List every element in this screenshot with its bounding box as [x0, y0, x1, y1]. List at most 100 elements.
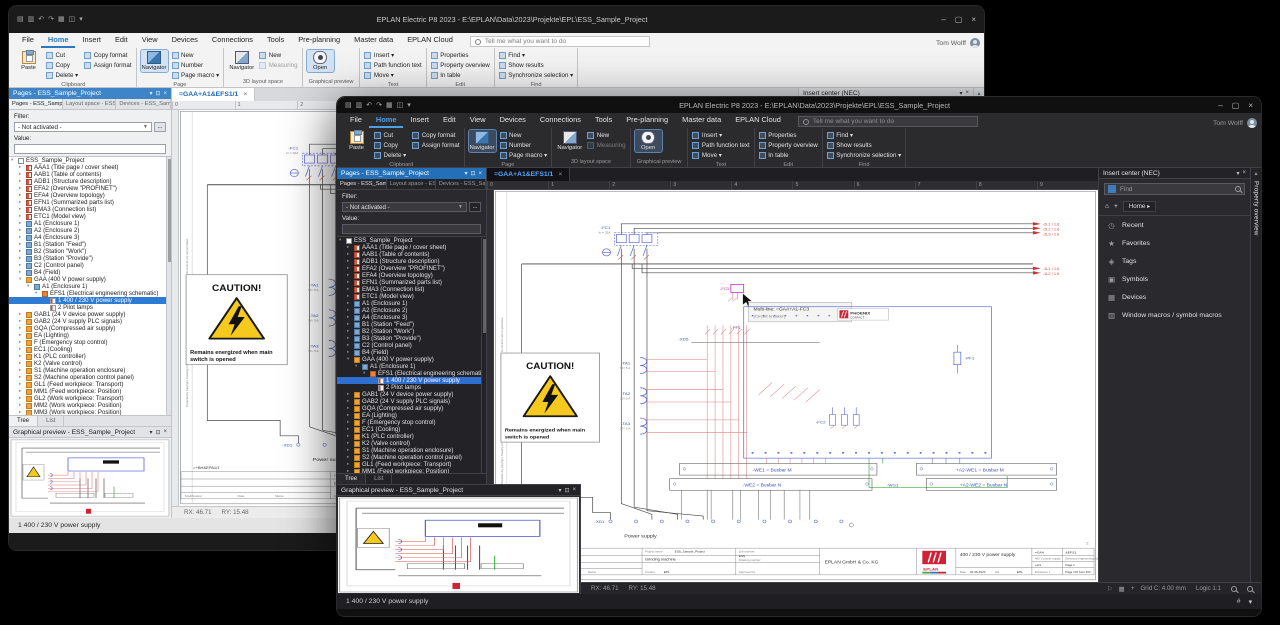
- tree-item[interactable]: ETC1 (Model view): [337, 293, 486, 300]
- quick-access-icon[interactable]: ▤: [345, 102, 352, 109]
- in-table-button[interactable]: In table: [759, 151, 818, 161]
- insert-center-item[interactable]: ◈ Tags: [1099, 252, 1250, 270]
- user-avatar-icon[interactable]: [970, 38, 980, 48]
- insert-center-item[interactable]: ▧ Window macros / symbol macros: [1099, 306, 1250, 324]
- quick-access-icon[interactable]: ▦: [386, 102, 393, 109]
- value-input[interactable]: [342, 224, 481, 234]
- tree-list-tab[interactable]: List: [366, 474, 392, 484]
- schematic-canvas[interactable]: Protected by copyright. Passing on as we…: [494, 190, 1098, 582]
- tree-item[interactable]: AAA1 (Title page / cover sheet): [337, 244, 486, 251]
- property-overview-button[interactable]: Property overview: [759, 140, 818, 150]
- tree-expander-icon[interactable]: [339, 238, 344, 243]
- dock-tab[interactable]: Pages - ESS_Sample_P...: [9, 99, 63, 109]
- show-results-button[interactable]: Show results: [499, 60, 574, 70]
- panel-pin-icon[interactable]: ⊡: [564, 487, 569, 494]
- quick-access-icon[interactable]: ▥: [356, 102, 363, 109]
- tree-item[interactable]: B4 (Field): [9, 269, 171, 276]
- insert-center-search[interactable]: Find: [1104, 183, 1245, 195]
- tree-expander-icon[interactable]: [19, 207, 24, 212]
- tree-expander-icon[interactable]: [347, 357, 352, 362]
- quick-access-icon[interactable]: ↶: [38, 16, 44, 23]
- tree-item[interactable]: GQA (Compressed air supply): [337, 405, 486, 412]
- page-number-button[interactable]: Number: [500, 140, 548, 150]
- filter-more-button[interactable]: ...: [154, 122, 166, 132]
- tree-expander-icon[interactable]: [347, 329, 352, 334]
- delete-button[interactable]: Delete ▾: [374, 151, 406, 161]
- tree-item[interactable]: B1 (Station "Feed"): [337, 321, 486, 328]
- tree-list-tab[interactable]: List: [38, 416, 64, 426]
- find-button[interactable]: Find ▾: [499, 50, 574, 60]
- editor-tab-close-icon[interactable]: ×: [243, 91, 247, 98]
- tree-item[interactable]: K1 (PLC controller): [337, 433, 486, 440]
- tree-item[interactable]: C2 (Control panel): [9, 262, 171, 269]
- tree-expander-icon[interactable]: [19, 242, 24, 247]
- tree-expander-icon[interactable]: [347, 336, 352, 341]
- synchronize-selection-button[interactable]: Synchronize selection ▾: [499, 71, 574, 81]
- tree-item[interactable]: GL1 (Feed workpiece: Transport): [337, 461, 486, 468]
- tree-expander-icon[interactable]: [347, 259, 352, 264]
- quick-access-icon[interactable]: ▦: [58, 16, 65, 23]
- tree-item[interactable]: S2 (Machine operation control panel): [9, 374, 171, 381]
- ribbon-tab[interactable]: EPLAN Cloud: [400, 33, 460, 48]
- pages-panel-header[interactable]: Pages - ESS_Sample_Project ▾ ⊡ ×: [337, 168, 486, 179]
- assign-format-button[interactable]: Assign format: [84, 60, 131, 70]
- tree-item[interactable]: B3 (Station "Provide"): [337, 335, 486, 342]
- tree-item[interactable]: ADB1 (Structure description): [337, 258, 486, 265]
- tree-expander-icon[interactable]: [27, 284, 32, 289]
- editor-tab[interactable]: =GAA+A1&EFS1/1 ×: [487, 168, 570, 181]
- tree-item[interactable]: ESS_Sample_Project: [9, 157, 171, 164]
- tree-item[interactable]: EFN1 (Summarized parts list): [337, 279, 486, 286]
- tree-item[interactable]: A1 (Enclosure 1): [9, 283, 171, 290]
- tree-expander-icon[interactable]: [347, 448, 352, 453]
- tree-item[interactable]: F (Emergency stop control): [337, 419, 486, 426]
- panel-close-icon[interactable]: ×: [1242, 170, 1246, 176]
- tree-item[interactable]: MM1 (Feed workpiece: Position): [9, 388, 171, 395]
- copy-format-button[interactable]: Copy format: [412, 130, 459, 140]
- tree-expander-icon[interactable]: [347, 399, 352, 404]
- layout-navigator-button[interactable]: Navigator: [556, 130, 583, 152]
- tree-item[interactable]: EMA3 (Connection list): [9, 206, 171, 213]
- layout-new-button[interactable]: New: [259, 50, 297, 60]
- tree-item[interactable]: ADB1 (Structure description): [9, 178, 171, 185]
- tree-item[interactable]: GL2 (Work workpiece: Transport): [9, 395, 171, 402]
- tree-expander-icon[interactable]: [347, 420, 352, 425]
- ribbon-tab[interactable]: View: [463, 113, 493, 128]
- status-caret-icon[interactable]: ▾: [1249, 598, 1252, 606]
- tree-item[interactable]: EFA2 (Overview "PROFINET"): [337, 265, 486, 272]
- tree-expander-icon[interactable]: [347, 427, 352, 432]
- tree-expander-icon[interactable]: [19, 263, 24, 268]
- eplan-window-foreground[interactable]: ▤▥↶↷▦◫▾ EPLAN Electric P8 2023 - E:\EPLA…: [336, 96, 1262, 617]
- snap-icon[interactable]: +: [1131, 585, 1135, 592]
- tree-item[interactable]: B4 (Field): [337, 349, 486, 356]
- tree-expander-icon[interactable]: [19, 368, 24, 373]
- tree-item[interactable]: EA (Lighting): [9, 332, 171, 339]
- tree-item[interactable]: A2 (Enclosure 2): [337, 307, 486, 314]
- value-input[interactable]: [14, 144, 166, 154]
- tree-expander-icon[interactable]: [19, 403, 24, 408]
- tree-item[interactable]: MM1 (Feed workpiece: Position): [337, 468, 486, 473]
- ribbon-tab[interactable]: Devices: [493, 113, 533, 128]
- editor-tab-close-icon[interactable]: ×: [558, 171, 562, 178]
- insert-center-item[interactable]: ★ Favorites: [1099, 234, 1250, 252]
- tree-item[interactable]: GAB1 (24 V device power supply): [337, 391, 486, 398]
- zoom-out-icon[interactable]: [1247, 586, 1253, 592]
- tree-expander-icon[interactable]: [19, 375, 24, 380]
- tree-expander-icon[interactable]: [19, 389, 24, 394]
- tree-expander-icon[interactable]: [35, 291, 40, 296]
- copy-button[interactable]: Copy: [46, 60, 78, 70]
- tree-expander-icon[interactable]: [19, 396, 24, 401]
- tree-item[interactable]: EFA4 (Overview topology): [337, 272, 486, 279]
- tree-expander-icon[interactable]: [19, 200, 24, 205]
- home-icon[interactable]: ⌂: [1105, 203, 1109, 210]
- tree-expander-icon[interactable]: [347, 455, 352, 460]
- preview-header[interactable]: Graphical preview - ESS_Sample_Project ▾…: [9, 427, 171, 438]
- tree-expander-icon[interactable]: [347, 301, 352, 306]
- tree-expander-icon[interactable]: [19, 340, 24, 345]
- ribbon-tab[interactable]: Connections: [533, 113, 588, 128]
- properties-button[interactable]: Properties: [431, 50, 490, 60]
- tree-expander-icon[interactable]: [19, 179, 24, 184]
- tree-item[interactable]: GAB2 (24 V supply PLC signals): [337, 398, 486, 405]
- tree-item[interactable]: EC1 (Cooling): [9, 346, 171, 353]
- ribbon-tab[interactable]: Home: [369, 113, 404, 128]
- user-avatar-icon[interactable]: [1247, 118, 1257, 128]
